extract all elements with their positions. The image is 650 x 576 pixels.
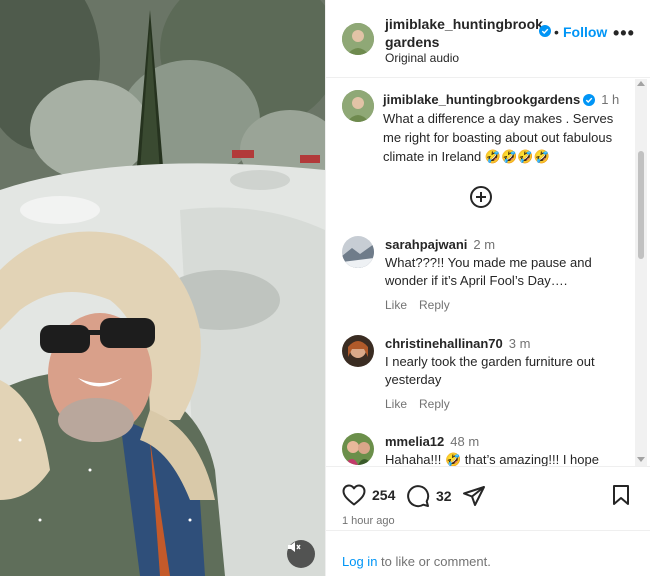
follow-separator: •: [554, 24, 559, 40]
comment-count: 32: [436, 488, 452, 504]
load-more-comments-icon[interactable]: [469, 185, 493, 209]
original-audio-link[interactable]: Original audio: [385, 51, 459, 65]
commenter-avatar[interactable]: [342, 236, 374, 268]
muted-speaker-icon: [288, 542, 301, 552]
share-paper-plane-icon[interactable]: [462, 484, 486, 508]
avatar-image: [342, 23, 374, 55]
comment-action[interactable]: 32: [406, 484, 452, 508]
follow-button[interactable]: Follow: [563, 24, 607, 40]
comment-username[interactable]: christinehallinan70: [385, 336, 503, 351]
comments-list[interactable]: jimiblake_huntingbrookgardens 1 h What a …: [326, 79, 650, 466]
comment-username[interactable]: mmelia12: [385, 434, 444, 449]
comment-reply-button[interactable]: Reply: [419, 397, 450, 411]
comment-body: sarahpajwani 2 m What???!! You made me pa…: [385, 236, 625, 290]
save-action[interactable]: [611, 484, 631, 506]
comment-text: Hahaha!!! 🤣 that’s amazing!!! I hope: [385, 452, 599, 466]
avatar-image: [342, 236, 374, 268]
author-avatar[interactable]: [342, 23, 374, 55]
scrollbar-thumb[interactable]: [638, 151, 644, 259]
like-action[interactable]: 254: [342, 484, 395, 506]
mute-button[interactable]: [287, 540, 315, 568]
comment-timestamp: 3 m: [508, 336, 531, 351]
verified-badge-icon: [539, 25, 551, 37]
comment-like-button[interactable]: Like: [385, 397, 407, 411]
post-photo[interactable]: [0, 0, 325, 576]
share-action[interactable]: [462, 484, 486, 508]
heart-icon[interactable]: [342, 484, 366, 506]
avatar-image: [342, 335, 374, 367]
commenter-avatar[interactable]: [342, 433, 374, 465]
caption-username[interactable]: jimiblake_huntingbrookgardens: [383, 92, 580, 107]
scroll-down-arrow[interactable]: [637, 457, 645, 462]
more-options-icon[interactable]: •••: [613, 24, 635, 42]
comment-timestamp: 48 m: [450, 434, 480, 449]
comment-reply-button[interactable]: Reply: [419, 298, 450, 312]
bookmark-icon[interactable]: [611, 484, 631, 506]
snowy-garden-selfie: [0, 0, 325, 576]
commenter-avatar[interactable]: [342, 335, 374, 367]
comment-like-button[interactable]: Like: [385, 298, 407, 312]
verified-badge-icon: [583, 94, 596, 106]
comment-body: mmelia12 48 m Hahaha!!! 🤣 that’s amazing!…: [385, 433, 625, 466]
avatar-image: [342, 433, 374, 465]
post-actions-bar: 254 32 1 hour ago: [326, 466, 650, 530]
comment-actions: Like Reply: [385, 397, 462, 411]
login-prompt: Log in to like or comment.: [342, 554, 491, 569]
comments-scrollbar[interactable]: [635, 79, 647, 466]
login-prompt-rest: to like or comment.: [377, 554, 491, 569]
caption-author-avatar[interactable]: [342, 90, 374, 122]
comment-actions: Like Reply: [385, 298, 462, 312]
post-side-panel: jimiblake_huntingbrook gardens • Follow …: [325, 0, 650, 576]
author-username-link[interactable]: jimiblake_huntingbrook gardens: [385, 15, 545, 51]
comment-text: What???!! You made me pause and wonder i…: [385, 255, 592, 288]
login-link[interactable]: Log in: [342, 554, 377, 569]
post-time-ago[interactable]: 1 hour ago: [342, 515, 395, 527]
comment-text: I nearly took the garden furniture out y…: [385, 354, 595, 387]
post-caption: jimiblake_huntingbrookgardens 1 h What a …: [383, 90, 628, 166]
comment-body: christinehallinan70 3 m I nearly took the…: [385, 335, 625, 389]
caption-timestamp: 1 h: [601, 92, 620, 107]
caption-text: What a difference a day makes . Serves m…: [383, 111, 614, 164]
comment-timestamp: 2 m: [473, 237, 496, 252]
comment-username[interactable]: sarahpajwani: [385, 237, 467, 252]
like-count: 254: [372, 487, 396, 503]
login-prompt-bar: Log in to like or comment.: [326, 530, 650, 576]
post-header: jimiblake_huntingbrook gardens • Follow …: [326, 0, 650, 78]
scroll-up-arrow[interactable]: [637, 81, 645, 86]
comment-bubble-icon[interactable]: [406, 484, 430, 508]
avatar-image: [342, 90, 374, 122]
